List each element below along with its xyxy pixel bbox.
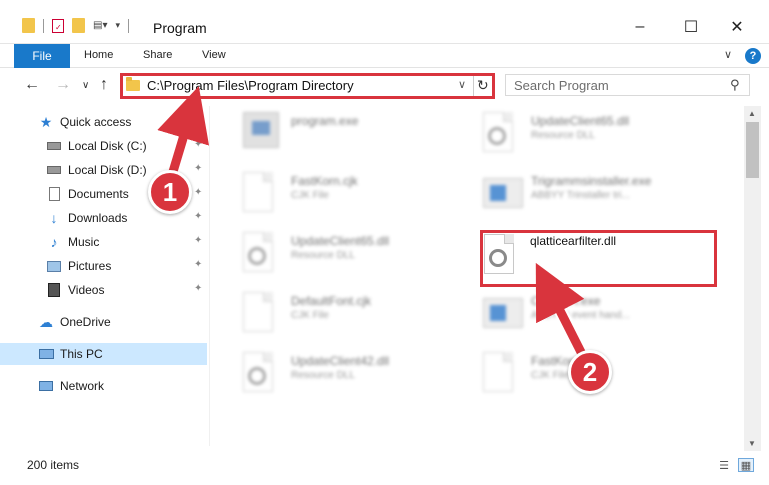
scroll-up-icon[interactable]: ▲ (748, 109, 756, 118)
status-bar: 200 items ☰ ▦ (0, 451, 769, 481)
large-icons-view-icon[interactable]: ▦ (738, 458, 754, 472)
details-view-icon[interactable]: ☰ (716, 458, 732, 472)
callout-badge-2: 2 (568, 350, 612, 394)
scroll-thumb[interactable] (746, 122, 759, 178)
scroll-down-icon[interactable]: ▼ (748, 439, 756, 448)
annotation-arrows (157, 86, 592, 367)
callout-badge-1: 1 (148, 170, 192, 214)
vertical-scrollbar[interactable]: ▲ ▼ (744, 106, 761, 451)
item-count: 200 items (27, 458, 80, 472)
